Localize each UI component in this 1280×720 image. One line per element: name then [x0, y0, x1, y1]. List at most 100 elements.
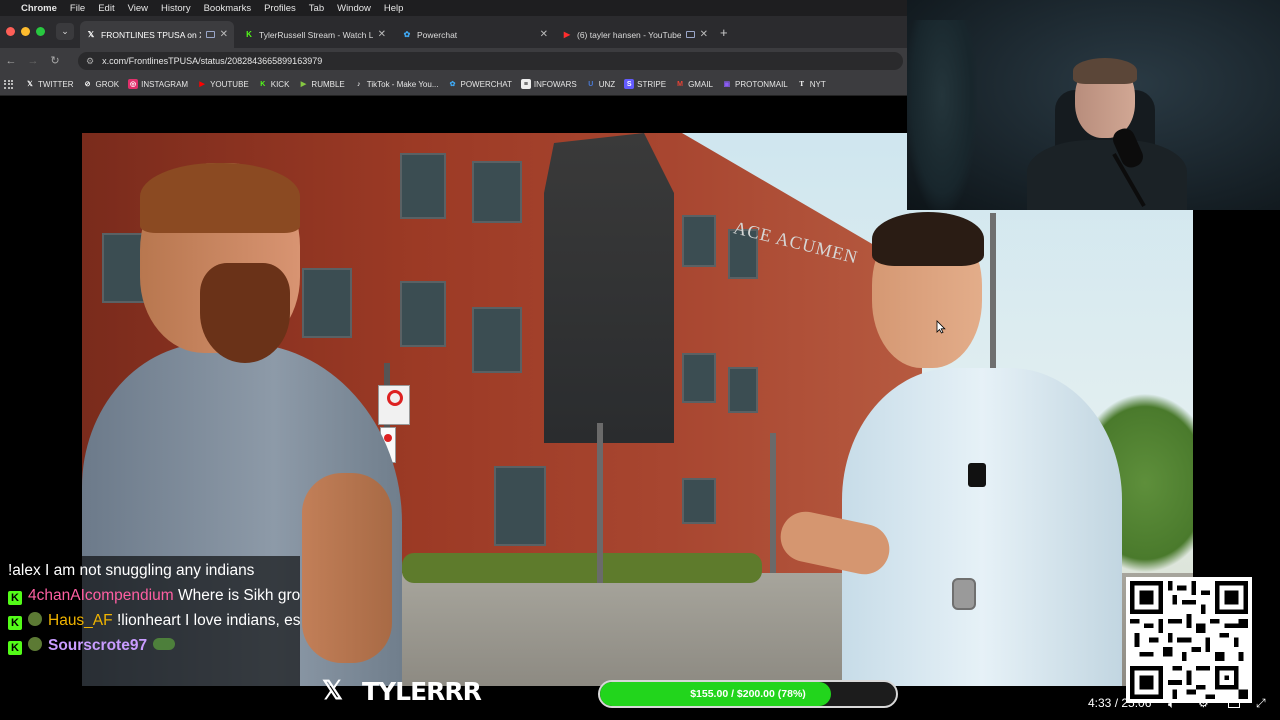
gmail-icon: M	[677, 80, 683, 88]
chat-message: K 4chanAIcompendium Where is Sikh groyper…	[8, 583, 300, 608]
lamp-post	[597, 423, 603, 583]
bookmark-protonmail[interactable]: ▣ PROTONMAIL	[722, 79, 788, 89]
tab-frontlines[interactable]: 𝕏 FRONTLINES TPUSA on X ✕	[80, 21, 234, 48]
bookmark-label: GMAIL	[688, 79, 713, 89]
building-window	[472, 307, 522, 373]
building-window	[682, 478, 716, 524]
reload-icon[interactable]: ↻	[44, 54, 66, 67]
tab-search-chevron-icon[interactable]: ⌄	[56, 23, 74, 40]
tab-close-icon[interactable]: ✕	[540, 29, 548, 40]
bookmark-label: NYT	[809, 79, 826, 89]
stripe-icon: S	[624, 79, 635, 89]
nyt-icon: T	[799, 80, 805, 88]
url-text: x.com/FrontlinesTPUSA/status/20828436658…	[102, 56, 323, 66]
tab-close-icon[interactable]: ✕	[700, 29, 708, 40]
menu-app-name[interactable]: Chrome	[21, 3, 57, 14]
chat-message: K Sourscrote97	[8, 633, 292, 658]
x-logo-icon: 𝕏	[87, 30, 95, 39]
bookmark-label: RUMBLE	[311, 79, 345, 89]
menu-bookmarks[interactable]: Bookmarks	[204, 3, 252, 14]
building-window	[400, 153, 446, 219]
video-person-right	[776, 212, 1122, 686]
bookmark-label: UNZ	[598, 79, 616, 89]
menu-tab[interactable]: Tab	[309, 3, 324, 14]
mouse-cursor-icon	[936, 320, 946, 334]
unz-icon: U	[588, 80, 594, 88]
window-close-button[interactable]	[6, 27, 15, 36]
menu-help[interactable]: Help	[384, 3, 404, 14]
tab-title: TylerRussell Stream - Watch Li	[259, 29, 373, 40]
tab-youtube[interactable]: ▶ (6) tayler hansen - YouTube ✕	[556, 21, 714, 48]
qr-code-graphic	[1130, 581, 1248, 699]
chat-username: Sourscrote97	[48, 637, 148, 654]
bookmark-youtube[interactable]: ▶ YOUTUBE	[197, 79, 249, 89]
lapel-mic	[968, 463, 986, 487]
tab-powerchat[interactable]: ✿ Powerchat ✕	[396, 21, 554, 48]
bookmark-infowars[interactable]: ≡ INFOWARS	[520, 79, 577, 89]
bookmark-twitter[interactable]: 𝕏 TWITTER	[25, 79, 74, 89]
infowars-icon: ≡	[520, 79, 531, 89]
chat-username: 4chanAIcompendium	[28, 587, 174, 604]
bookmark-nyt[interactable]: T NYT	[797, 79, 826, 89]
site-info-icon[interactable]: ⚙	[86, 56, 94, 67]
bookmarks-bar: 𝕏 TWITTER ⊘ GROK ◎ INSTAGRAM ▶ YOUTUBE K KICK…	[0, 73, 907, 96]
bookmark-instagram[interactable]: ◎ INSTAGRAM	[128, 79, 188, 89]
qr-code	[1126, 577, 1252, 703]
kick-logo-icon: K	[8, 591, 22, 605]
bookmark-label: INFOWARS	[533, 79, 577, 89]
screen-share-icon	[685, 31, 695, 38]
chat-message: K Haus_AF !lionheart I love indians, espe…	[8, 608, 300, 633]
donation-goal-label: $155.00 / $200.00 (78%)	[690, 688, 806, 700]
bookmark-rumble[interactable]: ▶ RUMBLE	[298, 79, 345, 89]
kick-logo-icon: K	[260, 80, 266, 88]
lamp-post	[770, 433, 776, 573]
bookmark-label: TWITTER	[38, 79, 74, 89]
powerchat-icon: ✿	[403, 30, 411, 39]
tab-kick-stream[interactable]: K TylerRussell Stream - Watch Li ✕	[238, 21, 392, 48]
tiktok-icon: ♪	[357, 80, 361, 88]
back-arrow-icon[interactable]: ←	[0, 55, 22, 67]
tab-title: Powerchat	[417, 29, 458, 40]
building-window	[728, 367, 758, 413]
window-zoom-button[interactable]	[36, 27, 45, 36]
fullscreen-icon[interactable]: ⤢	[1256, 696, 1266, 711]
menu-history[interactable]: History	[161, 3, 191, 14]
building-window	[682, 215, 716, 267]
menu-window[interactable]: Window	[337, 3, 371, 14]
bookmark-gmail[interactable]: M GMAIL	[675, 79, 713, 89]
toolbar: ← → ↻ ⚙ x.com/FrontlinesTPUSA/status/208…	[0, 48, 907, 73]
wristwatch	[952, 578, 976, 610]
new-tab-plus-icon[interactable]: +	[720, 25, 728, 40]
window-minimize-button[interactable]	[21, 27, 30, 36]
menu-profiles[interactable]: Profiles	[264, 3, 296, 14]
menu-edit[interactable]: Edit	[98, 3, 114, 14]
x-logo-icon: 𝕏	[322, 675, 343, 705]
forward-arrow-icon[interactable]: →	[22, 55, 44, 67]
bookmark-powerchat[interactable]: ✿ POWERCHAT	[448, 79, 512, 89]
bookmark-kick[interactable]: K KICK	[258, 79, 289, 89]
bookmark-stripe[interactable]: S STRIPE	[624, 79, 666, 89]
x-logo-icon: 𝕏	[27, 81, 33, 88]
tab-close-icon[interactable]: ✕	[220, 29, 228, 40]
streamer-brand: TYLERRR	[362, 677, 482, 706]
address-bar[interactable]: ⚙ x.com/FrontlinesTPUSA/status/208284366…	[78, 52, 903, 70]
bookmark-grok[interactable]: ⊘ GROK	[83, 79, 120, 89]
user-badge-icon	[28, 612, 42, 626]
youtube-icon: ▶	[199, 81, 205, 88]
bookmark-label: YOUTUBE	[210, 79, 249, 89]
menu-view[interactable]: View	[128, 3, 148, 14]
apps-grid-icon[interactable]	[4, 79, 13, 89]
menu-file[interactable]: File	[70, 3, 85, 14]
building-window	[682, 353, 716, 403]
video-glass-tower	[544, 133, 674, 443]
emote-icon	[153, 638, 176, 650]
chat-message-text: Where is Sikh groyper???	[177, 587, 300, 604]
chat-message: !alex I am not snuggling any indians	[8, 558, 292, 583]
bookmark-unz[interactable]: U UNZ	[586, 79, 615, 89]
rumble-icon: ▶	[300, 81, 307, 88]
tab-close-icon[interactable]: ✕	[378, 29, 386, 40]
building-window	[494, 466, 546, 546]
webcam-overlay	[907, 0, 1280, 210]
powerchat-icon: ✿	[449, 81, 456, 88]
bookmark-tiktok[interactable]: ♪ TikTok - Make You...	[354, 79, 438, 89]
